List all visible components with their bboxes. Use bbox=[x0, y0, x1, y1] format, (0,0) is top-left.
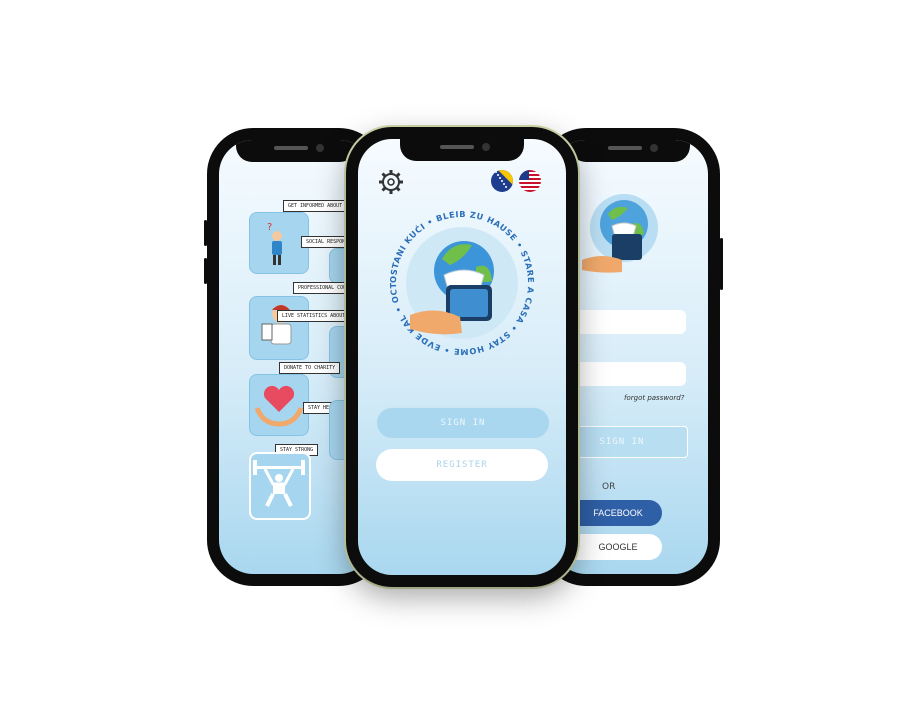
welcome-screen: OSTANI KUĆI • BLEIB ZU HAUSE • STARE A C… bbox=[358, 139, 566, 575]
phone-center: OSTANI KUĆI • BLEIB ZU HAUSE • STARE A C… bbox=[346, 127, 578, 587]
person-question-icon: ? bbox=[267, 222, 282, 265]
svg-text:?: ? bbox=[267, 222, 272, 233]
google-label: GOOGLE bbox=[598, 542, 638, 552]
doctor-icon bbox=[261, 305, 292, 345]
bosnia-flag-icon[interactable] bbox=[490, 169, 514, 193]
heart-hands-icon bbox=[254, 385, 304, 427]
or-divider: OR bbox=[602, 482, 616, 492]
stay-home-logo: OSTANI KUĆI • BLEIB ZU HAUSE • STARE A C… bbox=[380, 201, 535, 357]
feature-label: DONATE TO CHARITY bbox=[279, 362, 341, 374]
app-logo-icon bbox=[582, 194, 658, 273]
register-button[interactable]: REGISTER bbox=[376, 449, 548, 481]
sign-in-button[interactable]: SIGN IN bbox=[376, 407, 550, 439]
usa-flag-icon[interactable] bbox=[518, 169, 542, 193]
forgot-password-link[interactable]: forgot password? bbox=[624, 394, 684, 402]
weightlifter-icon bbox=[253, 460, 305, 507]
settings-gear-icon[interactable] bbox=[378, 169, 404, 195]
facebook-label: FACEBOOK bbox=[593, 508, 643, 518]
